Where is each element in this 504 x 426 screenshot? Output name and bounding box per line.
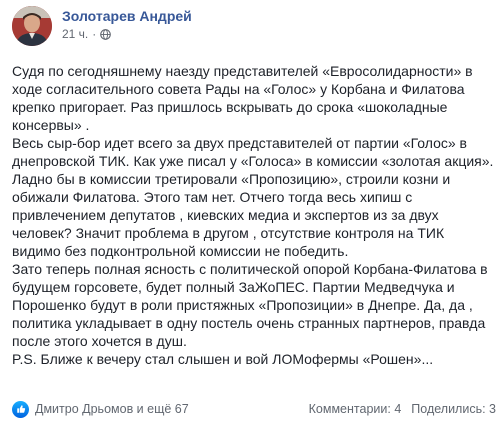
post-paragraph: Зато теперь полная ясность с политическо…	[12, 261, 488, 349]
post-text: Судя по сегодняшнему наезду представител…	[12, 62, 496, 368]
comments-count[interactable]: Комментарии: 4	[309, 402, 402, 416]
reactions-summary[interactable]: Дмитро Дрьомов и ещё 67	[35, 402, 309, 416]
like-icon[interactable]	[12, 400, 29, 418]
avatar-photo	[12, 6, 52, 46]
facebook-post: Золотарев Андрей 21 ч. · Судя по сегодня…	[0, 0, 504, 426]
avatar[interactable]	[12, 6, 52, 46]
post-paragraph: Весь сыр-бор идет всего за двух представ…	[12, 135, 494, 259]
author-name[interactable]: Золотарев Андрей	[62, 8, 192, 24]
shares-count[interactable]: Поделились: 3	[411, 402, 496, 416]
meta-separator: ·	[92, 27, 97, 41]
post-meta: 21 ч. ·	[62, 27, 112, 41]
post-footer: Дмитро Дрьомов и ещё 67 Комментарии: 4 П…	[12, 399, 496, 419]
globe-icon	[100, 28, 112, 40]
post-paragraph: P.S. Ближе к вечеру стал слышен и вой ЛО…	[12, 351, 434, 367]
post-timestamp[interactable]: 21 ч.	[62, 27, 88, 41]
post-stats: Комментарии: 4 Поделились: 3	[309, 402, 496, 416]
post-paragraph: Судя по сегодняшнему наезду представител…	[12, 63, 473, 133]
